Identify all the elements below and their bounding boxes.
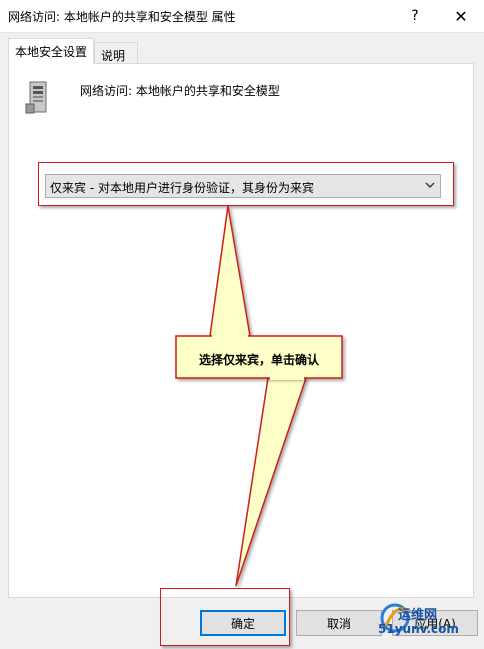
title-bar: 网络访问: 本地帐户的共享和安全模型 属性 ? ✕ (0, 0, 484, 33)
help-button[interactable]: ? (392, 0, 438, 32)
close-button[interactable]: ✕ (438, 0, 484, 32)
ok-button[interactable]: 确定 (200, 610, 286, 636)
callout-text: 选择仅来宾，单击确认 (198, 352, 319, 367)
guest-model-dropdown[interactable]: 仅来宾 - 对本地用户进行身份验证，其身份为来宾 (45, 174, 441, 198)
tab-local-security-setting[interactable]: 本地安全设置 (8, 38, 94, 64)
site-watermark: 运维网 51yunv.com (378, 596, 482, 646)
dropdown-selected-value: 仅来宾 - 对本地用户进行身份验证，其身份为来宾 (50, 181, 314, 195)
tab-panel (8, 63, 474, 598)
watermark-line2: 51yunv.com (378, 622, 459, 636)
chevron-down-icon (425, 182, 435, 188)
window-title: 网络访问: 本地帐户的共享和安全模型 属性 (8, 10, 236, 24)
watermark-line1: 运维网 (398, 608, 438, 623)
server-icon (25, 81, 47, 114)
policy-name: 网络访问: 本地帐户的共享和安全模型 (80, 84, 280, 98)
tab-explain[interactable]: 说明 (94, 42, 138, 65)
cancel-button[interactable]: 取消 (296, 610, 382, 636)
